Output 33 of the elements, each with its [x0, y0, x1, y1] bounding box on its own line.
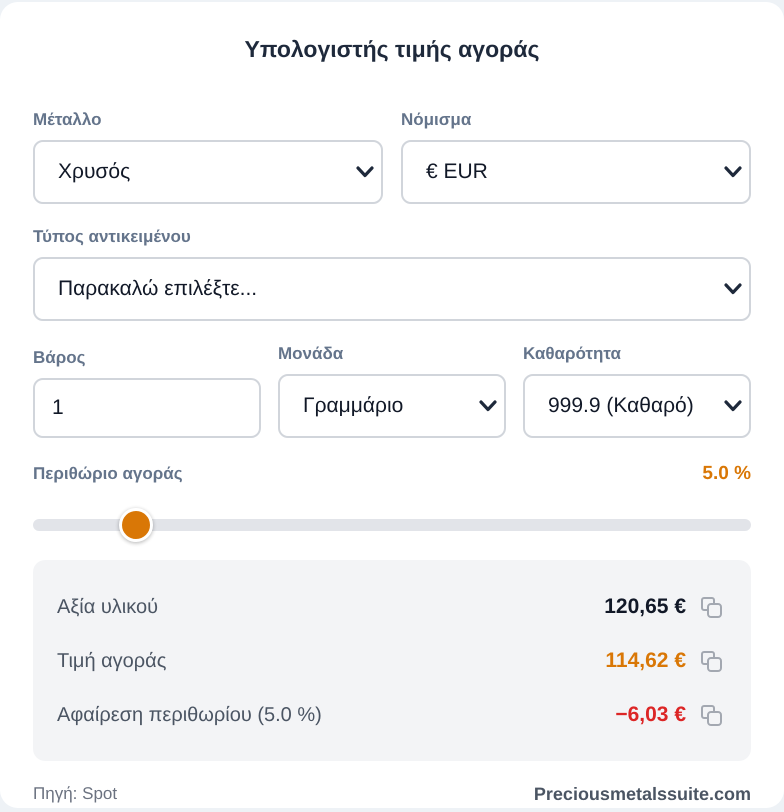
chevron-down-icon [479, 400, 497, 412]
dropdown-select[interactable]: Γραμμάριο [278, 374, 506, 438]
calculator-title: Υπολογιστής τιμής αγοράς [244, 35, 540, 64]
result-value: 120,65 € [604, 594, 686, 620]
chevron-down-icon [724, 283, 742, 295]
field-label: Τύπος αντικειμένου [33, 226, 192, 248]
field-label: Νόμισμα [401, 109, 472, 131]
chevron-down-icon [356, 166, 374, 178]
dropdown-select[interactable]: € EUR [401, 140, 751, 204]
field-label: Μέταλλο [33, 109, 102, 131]
result-label: Τιμή αγοράς [57, 649, 166, 674]
chevron-down-icon [724, 166, 742, 178]
margin-slider[interactable] [33, 508, 751, 542]
dropdown-select[interactable]: 999.9 (Καθαρό) [523, 374, 751, 438]
dropdown-select[interactable]: Χρυσός [33, 140, 383, 204]
result-label: Αξία υλικού [57, 595, 158, 620]
result-value: 114,62 € [605, 648, 686, 674]
margin-reading: 5.0 % [702, 462, 751, 486]
result-label: Αφαίρεση περιθωρίου (5.0 %) [57, 703, 322, 728]
result-value: −6,03 € [615, 702, 686, 728]
copy-icon[interactable] [699, 649, 723, 673]
dropdown-select[interactable]: Παρακαλώ επιλέξτε... [33, 257, 751, 321]
source-text: Πηγή: Spot [33, 783, 118, 805]
site-link[interactable]: Preciousmetalssuite.com [534, 782, 751, 806]
slider-thumb[interactable] [118, 508, 153, 542]
copy-icon[interactable] [699, 703, 723, 727]
chevron-down-icon [724, 400, 742, 412]
field-label: Μονάδα [278, 343, 344, 365]
field-label: Βάρος [33, 347, 86, 369]
field-label: Καθαρότητα [523, 343, 622, 365]
margin-label: Περιθώριο αγοράς [33, 463, 183, 485]
weight-input[interactable]: 1 [33, 378, 261, 438]
copy-icon[interactable] [699, 595, 723, 619]
